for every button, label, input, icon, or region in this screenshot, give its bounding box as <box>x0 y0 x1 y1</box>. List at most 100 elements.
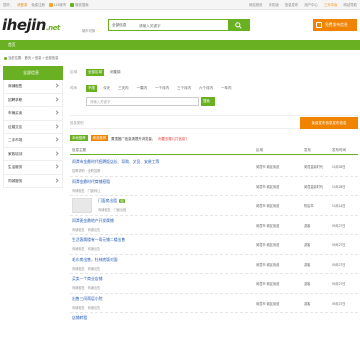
listing-time: 10月28日 <box>332 165 346 169</box>
city-count-link[interactable]: 113城市 <box>54 3 66 7</box>
listing-area: 闵潭市·城区街道 <box>256 204 280 208</box>
register-link[interactable]: 免费注册 <box>31 2 45 7</box>
sidebar-item-services[interactable]: 生活服务 <box>3 161 63 175</box>
listing-title-text: 门面房出租 <box>98 199 117 203</box>
top-link-user[interactable]: 用户中心 <box>304 2 318 7</box>
listing-time: 09月27日 <box>332 243 346 247</box>
edit-icon <box>316 22 322 28</box>
sidebar-item-label: 招聘求职 <box>8 97 23 102</box>
listing-category: 商铺租售 · 门面出租 <box>98 208 127 212</box>
table-row[interactable]: 店铺转租 <box>70 313 358 333</box>
listing-publisher: 闵潭金鼎时代 <box>304 165 324 169</box>
promo-link[interactable]: 你要去哪儿打信息？ <box>158 136 189 141</box>
phone-icon <box>48 3 53 8</box>
area-option[interactable]: 闵集镇 <box>108 69 123 76</box>
breadcrumb-text: 当前位置：首页 > 信息 > 全部信息 <box>8 56 59 60</box>
search-icon <box>235 22 242 29</box>
listing-publisher: 游客 <box>304 223 311 228</box>
chevron-down-icon <box>54 123 59 129</box>
search-input[interactable] <box>139 22 219 29</box>
sidebar-item-jobs[interactable]: 招聘求职 <box>3 93 63 107</box>
table-row[interactable]: 闵潭市金鼎时代招聘饭店长、导购、文员、安装工等 招聘求职 · 全职招聘 闵潭市·… <box>70 157 358 177</box>
listing-area: 闵潭市·城区街道 <box>256 282 280 286</box>
time-option[interactable]: 一个月内 <box>153 85 171 92</box>
main-nav: 首页 <box>0 40 360 50</box>
sidebar-item-housekeeping[interactable]: 家政培训 <box>3 147 63 161</box>
time-filter-label: 时间 <box>70 86 77 90</box>
logo-suffix: .net <box>45 24 60 32</box>
time-option[interactable]: 三天内 <box>116 85 131 92</box>
time-option[interactable]: 六个月内 <box>197 85 215 92</box>
keyword-input[interactable]: 请输入关键字 <box>86 97 199 106</box>
publish-info-button[interactable]: 免费发布信息发布信息 <box>300 117 358 129</box>
listing-area: 闵潭市·城区街道 <box>256 301 280 306</box>
sidebar-item-secondhand[interactable]: 二手市场 <box>3 134 63 148</box>
table-row[interactable]: 出售三间两层小院 商铺租售 · 商铺出售 闵潭市·城区街道 游客 09月27日 <box>70 294 358 313</box>
listing-title[interactable]: 店铺转租 <box>72 316 87 321</box>
table-row[interactable]: 毛巾房出售，杜林底版对面 商铺租售 · 商铺出售 闵潭市·城区街道 游客 09月… <box>70 255 358 274</box>
wechat-link[interactable]: 微信搜索 <box>75 3 89 7</box>
top-link-platform[interactable]: 三元平台 <box>324 2 338 7</box>
nav-home[interactable]: 首页 <box>8 40 16 50</box>
login-link[interactable]: 请登录 <box>17 2 27 7</box>
chevron-down-icon <box>54 110 59 115</box>
search-category-select[interactable]: 全部信息 <box>112 23 126 28</box>
table-row[interactable]: 门面房出租图 商铺租售 · 门面出租 闵潭市·城区街道 陈启章 10月14日 <box>70 196 358 216</box>
tag-featured[interactable]: 精选推荐 <box>90 135 109 141</box>
sidebar-item-dating[interactable]: 征婚交友 <box>3 120 63 134</box>
keyword-search-button[interactable]: 搜索 <box>201 97 215 106</box>
time-option[interactable]: 三个月内 <box>175 85 193 92</box>
listing-area: 闵潭市·城区街道 <box>256 243 280 247</box>
sidebar: 全部信息 商铺租售 招聘求职 车辆买卖 征婚交友 二手市场 家政培训 生活服务 … <box>3 66 63 188</box>
top-link-home[interactable]: 网站首页 <box>249 2 263 7</box>
chevron-down-icon <box>54 150 59 156</box>
sidebar-item-shops[interactable]: 商铺租售 <box>3 80 63 94</box>
listing-title[interactable]: 闵潭金鼎时代商铺招租 <box>72 180 110 185</box>
listing-title[interactable]: 闵潭市金鼎时代招聘饭店长、导购、文员、安装工等 <box>72 160 159 165</box>
listing-publisher: 游客 <box>304 282 311 286</box>
chevron-down-icon <box>54 137 59 142</box>
sidebar-item-local[interactable]: 同城服务 <box>3 174 63 188</box>
listing-title[interactable]: 生活客属楼有一寿元铺二楼出售 <box>72 238 125 243</box>
logo-text: ihejin <box>2 16 46 34</box>
time-option[interactable]: 一年内 <box>219 85 234 92</box>
listing-time: 09月27日 <box>332 301 346 306</box>
site-logo[interactable]: ihejin.net <box>2 16 60 34</box>
listing-thumbnail[interactable] <box>72 198 92 213</box>
table-row[interactable]: 闵潭麦金鼎地产开发属铺 商铺租售 · 商铺出售 闵潭市·城区街道 游客 09月2… <box>70 216 358 235</box>
chevron-down-icon <box>54 177 59 183</box>
listing-title[interactable]: 买卖一个商业店铺 <box>72 277 102 282</box>
sidebar-item-label: 车辆买卖 <box>8 111 23 115</box>
top-link-post[interactable]: 信息发布 <box>285 2 299 7</box>
search-box: 全部信息 <box>108 19 250 31</box>
tag-local[interactable]: 本地推荐 <box>70 135 88 141</box>
listing-category: 商铺租售 · 商铺出售 <box>72 305 101 310</box>
location-icon <box>4 56 7 60</box>
listing-time: 09月27日 <box>332 223 346 228</box>
time-option[interactable]: 今天 <box>101 85 112 92</box>
listing-title[interactable]: 闵潭麦金鼎地产开发属铺 <box>72 219 114 224</box>
search-button[interactable] <box>228 19 250 31</box>
listing-title[interactable]: 毛巾房出售，杜林底版对面 <box>72 258 118 263</box>
area-option-all[interactable]: 全部区域 <box>86 69 104 76</box>
post-info-button[interactable]: 免费发布信息 <box>313 19 357 31</box>
area-filter-label: 区域 <box>70 70 77 74</box>
listing-title[interactable]: 出售三间两层小院 <box>72 297 102 302</box>
chevron-down-icon <box>54 164 59 169</box>
city-switch[interactable]: 城市切换 <box>82 28 95 33</box>
listing-publisher: 游客 <box>304 243 311 247</box>
table-row[interactable]: 闵潭金鼎时代商铺招租 商铺租售 · 门面转让 闵潭市·城区街道 闵潭金鼎时代 1… <box>70 177 358 196</box>
time-option[interactable]: 一周内 <box>135 85 150 92</box>
table-row[interactable]: 买卖一个商业店铺 商铺租售 · 商铺出售 闵潭市·城区街道 游客 09月27日 <box>70 274 358 294</box>
table-row[interactable]: 生活客属楼有一寿元铺二楼出售 商铺租售 · 商铺出售 闵潭市·城区街道 游客 0… <box>70 235 358 255</box>
top-bar-right: 网站首页 手机版 信息发布 用户中心 三元平台 网站导航 <box>249 2 357 7</box>
chevron-down-icon <box>54 83 59 88</box>
listing-area: 闵潭市·城区街道 <box>256 184 280 189</box>
top-link-mobile[interactable]: 手机版 <box>269 2 279 7</box>
listing-publisher: 游客 <box>304 262 311 267</box>
listing-title[interactable]: 门面房出租图 <box>98 199 125 204</box>
post-info-label: 免费发布信息 <box>325 23 348 27</box>
time-option-any[interactable]: 不限 <box>86 85 97 92</box>
sidebar-item-cars[interactable]: 车辆买卖 <box>3 107 63 121</box>
top-link-nav[interactable]: 网站导航 <box>343 2 357 7</box>
